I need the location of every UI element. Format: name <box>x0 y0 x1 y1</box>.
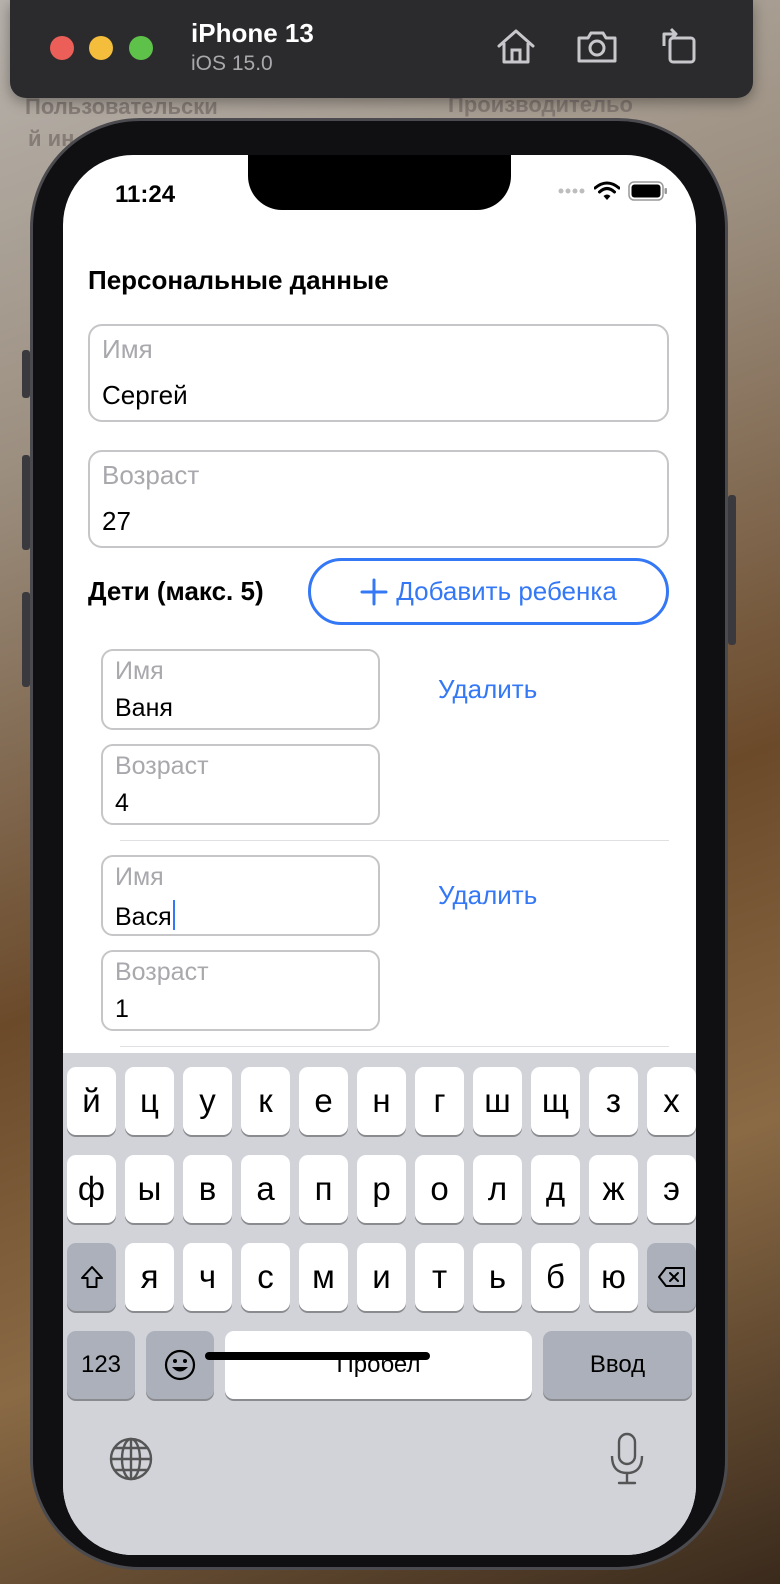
space-key[interactable]: Пробел <box>225 1331 532 1399</box>
key[interactable]: ч <box>183 1243 232 1311</box>
minimize-window-button[interactable] <box>89 36 113 60</box>
notch <box>248 155 511 210</box>
screenshot-button[interactable] <box>575 24 619 68</box>
key[interactable]: е <box>299 1067 348 1135</box>
child-name-label: Имя <box>115 657 164 685</box>
backspace-key[interactable] <box>647 1243 696 1311</box>
child-age-value: 1 <box>115 995 129 1023</box>
key[interactable]: ы <box>125 1155 174 1223</box>
key[interactable]: и <box>357 1243 406 1311</box>
microphone-icon <box>610 1432 644 1485</box>
home-indicator <box>205 1352 430 1360</box>
delete-child-button[interactable]: Удалить <box>438 674 537 705</box>
child-name-label: Имя <box>115 863 164 891</box>
shift-key[interactable] <box>67 1243 116 1311</box>
key[interactable]: я <box>125 1243 174 1311</box>
child-divider <box>120 1046 669 1047</box>
key[interactable]: ю <box>589 1243 638 1311</box>
key[interactable]: х <box>647 1067 696 1135</box>
key[interactable]: д <box>531 1155 580 1223</box>
delete-child-button[interactable]: Удалить <box>438 880 537 911</box>
key[interactable]: о <box>415 1155 464 1223</box>
key[interactable]: ж <box>589 1155 638 1223</box>
backspace-icon <box>657 1267 685 1287</box>
volume-up-button <box>22 455 30 550</box>
key[interactable]: й <box>67 1067 116 1135</box>
key[interactable]: р <box>357 1155 406 1223</box>
battery-icon <box>628 181 667 201</box>
status-time: 11:24 <box>115 181 176 208</box>
numbers-key[interactable]: 123 <box>67 1331 135 1399</box>
emoji-icon <box>164 1349 196 1381</box>
key[interactable]: п <box>299 1155 348 1223</box>
screenshot-icon <box>577 31 617 63</box>
key[interactable]: с <box>241 1243 290 1311</box>
add-child-button[interactable]: Добавить ребенка <box>308 558 669 625</box>
name-field-value: Сергей <box>102 380 188 410</box>
home-button[interactable] <box>494 24 538 68</box>
key[interactable]: з <box>589 1067 638 1135</box>
child-name-field[interactable]: Имя Ваня <box>101 649 380 730</box>
plus-icon <box>360 578 388 605</box>
key[interactable]: н <box>357 1067 406 1135</box>
volume-down-button <box>22 592 30 687</box>
key[interactable]: г <box>415 1067 464 1135</box>
shift-icon <box>80 1266 103 1288</box>
key[interactable]: б <box>531 1243 580 1311</box>
home-icon <box>497 29 535 64</box>
wifi-icon <box>594 181 620 200</box>
key[interactable]: л <box>473 1155 522 1223</box>
globe-button[interactable] <box>107 1435 155 1483</box>
key[interactable]: ш <box>473 1067 522 1135</box>
child-name-value: Ваня <box>115 694 173 722</box>
emoji-key[interactable] <box>146 1331 214 1399</box>
mute-switch <box>22 350 30 398</box>
child-age-label: Возраст <box>115 958 209 986</box>
key[interactable]: т <box>415 1243 464 1311</box>
child-age-field[interactable]: Возраст 1 <box>101 950 380 1031</box>
key[interactable]: м <box>299 1243 348 1311</box>
child-age-value: 4 <box>115 789 129 817</box>
key[interactable]: ц <box>125 1067 174 1135</box>
key[interactable]: к <box>241 1067 290 1135</box>
power-button <box>728 495 736 645</box>
key[interactable]: ь <box>473 1243 522 1311</box>
name-field[interactable]: Имя Сергей <box>88 324 669 422</box>
age-field[interactable]: Возраст 27 <box>88 450 669 548</box>
status-icons <box>558 181 668 201</box>
child-name-value: Вася <box>115 900 175 932</box>
child-age-label: Возраст <box>115 752 209 780</box>
add-child-label: Добавить ребенка <box>396 576 617 606</box>
cellular-signal-icon <box>558 188 585 194</box>
personal-data-title: Персональные данные <box>88 265 389 295</box>
key[interactable]: э <box>647 1155 696 1223</box>
child-divider <box>120 840 669 841</box>
rotate-icon <box>662 27 696 64</box>
child-name-text: Вася <box>115 903 172 931</box>
rotate-button[interactable] <box>656 24 700 68</box>
child-name-field[interactable]: Имя Вася <box>101 855 380 936</box>
text-cursor <box>172 900 175 930</box>
globe-icon <box>109 1437 153 1481</box>
key[interactable]: ф <box>67 1155 116 1223</box>
dictation-button[interactable] <box>607 1431 647 1487</box>
child-age-field[interactable]: Возраст 4 <box>101 744 380 825</box>
close-window-button[interactable] <box>50 36 74 60</box>
os-version: iOS 15.0 <box>191 52 273 75</box>
return-key[interactable]: Ввод <box>543 1331 692 1399</box>
key[interactable]: у <box>183 1067 232 1135</box>
device-name: iPhone 13 <box>191 18 314 48</box>
keyboard: й ц у к е н г ш щ з х ф ы в а п р о л д … <box>63 1053 696 1555</box>
children-title: Дети (макс. 5) <box>88 576 264 606</box>
simulator-titlebar: iPhone 13 iOS 15.0 <box>10 0 753 98</box>
key[interactable]: в <box>183 1155 232 1223</box>
phone-screen: 11:24 Персональные данные Имя Сергей Воз… <box>63 155 696 1555</box>
age-field-value: 27 <box>102 506 131 536</box>
zoom-window-button[interactable] <box>129 36 153 60</box>
name-field-label: Имя <box>102 334 153 364</box>
age-field-label: Возраст <box>102 460 200 490</box>
key[interactable]: щ <box>531 1067 580 1135</box>
key[interactable]: а <box>241 1155 290 1223</box>
